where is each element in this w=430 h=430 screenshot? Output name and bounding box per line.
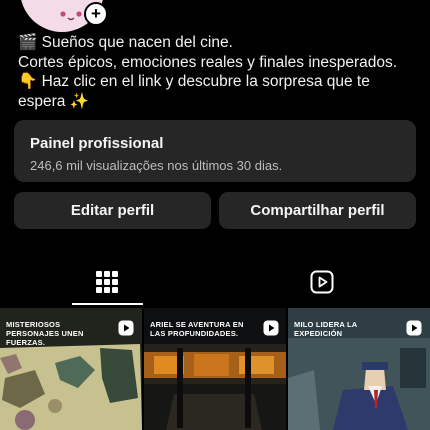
bio-line: 🎬 Sueños que nacen del cine. [18,34,233,51]
post-caption: ARIEL SE AVENTURA EN LAS PROFUNDIDADES. [150,320,244,338]
grid-icon [96,271,118,293]
tab-grid[interactable] [82,262,132,302]
bio-line: espera ✨ [18,92,89,110]
grid-post[interactable]: MILO LIDERA LA EXPEDICIÓN [288,308,430,430]
grid-post[interactable]: ARIEL SE AVENTURA EN LAS PROFUNDIDADES. [144,308,286,430]
profile-bio: 🎬 Sueños que nacen del cine. Cortes épic… [18,33,418,111]
tab-reels[interactable] [297,262,347,302]
avatar-face [60,11,82,21]
professional-dashboard[interactable]: Painel profissional 246,6 mil visualizaç… [14,120,416,182]
active-tab-indicator [72,303,143,305]
dashboard-subtitle: 246,6 mil visualizações nos últimos 30 d… [30,158,283,173]
add-story-icon[interactable]: + [84,2,108,26]
reels-icon [310,270,334,294]
share-profile-button[interactable]: Compartilhar perfil [219,192,416,229]
header-stats-cropped [150,0,360,4]
bio-line: Cortes épicos, emociones reales y finale… [18,53,398,71]
post-caption: MISTERIOSOS PERSONAJES UNEN FUERZAS. [6,320,84,347]
grid-post[interactable]: MISTERIOSOS PERSONAJES UNEN FUERZAS. [0,308,142,430]
reel-icon [263,320,279,336]
edit-profile-button[interactable]: Editar perfil [14,192,211,229]
bio-line: 👇 Haz clic en el link y descubre la sorp… [18,73,370,90]
reel-icon [118,320,134,336]
reel-icon [406,320,422,336]
post-caption: MILO LIDERA LA EXPEDICIÓN [294,320,358,338]
dashboard-title: Painel profissional [30,135,164,152]
